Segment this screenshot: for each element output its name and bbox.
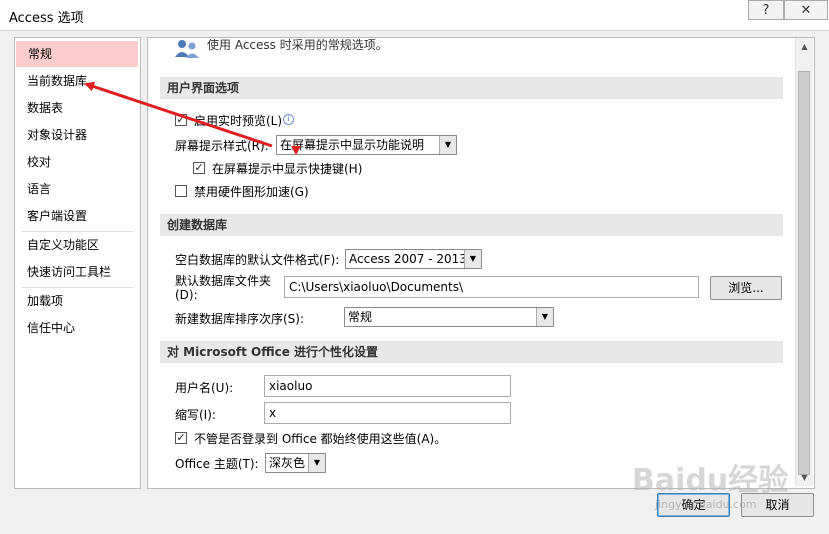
sidebar-item-current-database[interactable]: 当前数据库 [15,68,140,94]
sidebar-item-proofing[interactable]: 校对 [15,149,140,175]
show-shortcut-label: 在屏幕提示中显示快捷键(H) [212,162,363,176]
screentip-style-label: 屏幕提示样式(R): [175,139,269,153]
office-theme-select[interactable]: 深灰色 ▼ [265,453,326,473]
initials-label: 缩写(I): [175,408,216,422]
disable-hw-accel-label: 禁用硬件图形加速(G) [194,185,309,199]
username-label: 用户名(U): [175,381,234,395]
title-bar: Access 选项 ? ✕ [0,0,829,31]
realtime-preview-checkbox[interactable]: ✓ [175,114,187,126]
section-header-personalize: 对 Microsoft Office 进行个性化设置 [160,341,783,363]
realtime-preview-label: 启用实时预览(L) [194,114,283,128]
default-folder-label: 默认数据库文件夹 [175,274,272,288]
screentip-style-value: 在屏幕提示中显示功能说明 [280,138,425,152]
default-format-value: Access 2007 - 2013 [349,252,467,266]
chevron-down-icon: ▼ [536,308,553,326]
screentip-style-select[interactable]: 在屏幕提示中显示功能说明 ▼ [276,135,457,155]
sidebar-item-client-settings[interactable]: 客户端设置 [15,203,140,229]
sidebar-item-object-designers[interactable]: 对象设计器 [15,122,140,148]
section-header-ui-options: 用户界面选项 [160,77,783,99]
window-title: Access 选项 [9,11,84,26]
scroll-up-icon[interactable]: ▲ [796,38,813,55]
help-button[interactable]: ? [748,0,784,20]
browse-button[interactable]: 浏览... [710,276,782,300]
info-icon: i [283,114,294,125]
scroll-down-icon[interactable]: ▼ [796,469,813,486]
office-theme-value: 深灰色 [269,456,306,470]
disable-hw-accel-checkbox[interactable] [175,185,187,197]
default-format-select[interactable]: Access 2007 - 2013 ▼ [345,249,482,269]
default-format-label: 空白数据库的默认文件格式(F): [175,253,340,267]
sort-order-label: 新建数据库排序次序(S): [175,312,305,326]
close-button[interactable]: ✕ [784,0,828,20]
sidebar-item-add-ins[interactable]: 加载项 [15,288,140,314]
initials-input[interactable]: x [264,402,511,424]
sidebar-item-language[interactable]: 语言 [15,176,140,202]
sidebar: 常规 当前数据库 数据表 对象设计器 校对 语言 客户端设置 自定义功能区 快速… [14,37,141,489]
chevron-down-icon: ▼ [464,250,481,268]
vertical-scrollbar[interactable]: ▲ ▼ [795,38,813,486]
office-theme-label: Office 主题(T): [175,457,259,471]
default-folder-label-hotkey: (D): [175,288,198,302]
sidebar-item-datasheet[interactable]: 数据表 [15,95,140,121]
chevron-down-icon: ▼ [439,136,456,154]
always-use-label: 不管是否登录到 Office 都始终使用这些值(A)。 [194,432,447,446]
always-use-checkbox[interactable]: ✓ [175,432,187,444]
sort-order-select[interactable]: 常规 ▼ [344,307,554,327]
show-shortcut-checkbox[interactable]: ✓ [193,162,205,174]
sidebar-item-customize-ribbon[interactable]: 自定义功能区 [15,232,140,258]
chevron-down-icon: ▼ [308,454,325,472]
people-icon [175,40,199,58]
watermark-url: jingyan.baidu.com [655,498,757,511]
sidebar-item-general[interactable]: 常规 [16,41,138,67]
sidebar-item-quick-access-toolbar[interactable]: 快速访问工具栏 [15,259,140,285]
watermark-logo: Baidu经验 [632,463,789,498]
username-input[interactable]: xiaoluo [264,375,511,397]
section-header-create-database: 创建数据库 [160,214,783,236]
sidebar-item-trust-center[interactable]: 信任中心 [15,315,140,341]
intro-text: 使用 Access 时采用的常规选项。 [207,38,388,52]
scrollbar-thumb[interactable] [798,71,810,475]
sort-order-value: 常规 [348,310,373,324]
default-folder-input[interactable]: C:\Users\xiaoluo\Documents\ [284,276,699,298]
